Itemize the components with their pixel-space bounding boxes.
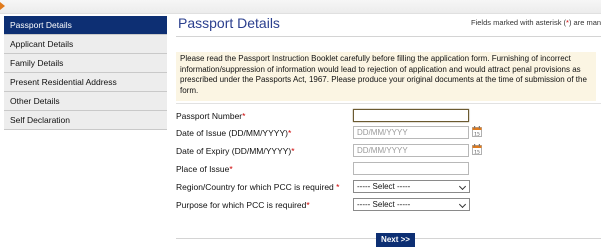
title-divider	[176, 36, 601, 37]
purpose-label: Purpose for which PCC is required*	[176, 200, 310, 210]
note-prefix: Fields marked with asterisk (	[471, 18, 567, 27]
select-value: ----- Select -----	[357, 200, 411, 209]
page-title: Passport Details	[178, 15, 280, 31]
row-purpose: Purpose for which PCC is required* -----…	[176, 198, 601, 213]
sidebar-item-applicant-details[interactable]: Applicant Details	[4, 35, 167, 54]
label-text: Region/Country for which PCC is required	[176, 182, 337, 192]
passport-number-label: Passport Number*	[176, 111, 245, 121]
label-text: Place of Issue	[176, 164, 230, 174]
sidebar-item-self-declaration[interactable]: Self Declaration	[4, 111, 167, 130]
sidebar-item-passport-details[interactable]: Passport Details	[4, 16, 167, 35]
note-suffix: ) are mand	[568, 18, 601, 27]
svg-text:15: 15	[474, 131, 480, 137]
row-date-of-issue: Date of Issue (DD/MM/YYYY)* 15	[176, 126, 601, 141]
passport-number-input[interactable]	[353, 109, 469, 122]
required-mark: *	[229, 164, 233, 174]
date-of-expiry-label: Date of Expiry (DD/MM/YYYY)*	[176, 146, 295, 156]
select-value: ----- Select -----	[357, 182, 411, 191]
required-fields-note: Fields marked with asterisk (*) are mand	[471, 18, 601, 27]
required-mark: *	[287, 128, 292, 138]
chevron-down-icon	[458, 200, 467, 209]
sidebar: Passport Details Applicant Details Famil…	[4, 16, 167, 130]
sidebar-item-family-details[interactable]: Family Details	[4, 54, 167, 73]
place-of-issue-label: Place of Issue*	[176, 164, 233, 174]
required-mark: *	[306, 200, 310, 210]
next-button[interactable]: Next >>	[376, 233, 415, 247]
sidebar-item-present-residential-address[interactable]: Present Residential Address	[4, 73, 167, 92]
row-region-country: Region/Country for which PCC is required…	[176, 180, 601, 195]
place-of-issue-input[interactable]	[353, 162, 469, 175]
arrow-right-icon	[0, 2, 5, 10]
required-mark: *	[291, 146, 295, 156]
label-text: Passport Number	[176, 111, 243, 121]
svg-text:15: 15	[474, 149, 480, 155]
calendar-icon[interactable]: 15	[472, 126, 482, 137]
region-country-label: Region/Country for which PCC is required…	[176, 182, 339, 192]
label-text: Purpose for which PCC is required	[176, 200, 307, 210]
required-mark: *	[336, 182, 340, 192]
calendar-icon[interactable]: 15	[472, 144, 482, 155]
sidebar-item-other-details[interactable]: Other Details	[4, 92, 167, 111]
date-of-expiry-input[interactable]	[353, 144, 469, 157]
region-country-select[interactable]: ----- Select -----	[353, 180, 470, 193]
top-bar	[0, 0, 601, 14]
date-of-issue-input[interactable]	[353, 126, 469, 139]
instruction-notice: Please read the Passport Instruction Boo…	[176, 52, 596, 101]
row-date-of-expiry: Date of Expiry (DD/MM/YYYY)* 15	[176, 144, 601, 159]
row-place-of-issue: Place of Issue*	[176, 162, 601, 177]
purpose-select[interactable]: ----- Select -----	[353, 198, 470, 211]
row-passport-number: Passport Number*	[176, 109, 601, 124]
label-text: Date of Issue (DD/MM/YYYY)	[176, 128, 288, 138]
label-text: Date of Expiry (DD/MM/YYYY)	[176, 146, 292, 156]
required-mark: *	[242, 111, 246, 121]
date-of-issue-label: Date of Issue (DD/MM/YYYY)*	[176, 128, 291, 138]
notice-divider	[176, 103, 601, 104]
chevron-down-icon	[458, 182, 467, 191]
